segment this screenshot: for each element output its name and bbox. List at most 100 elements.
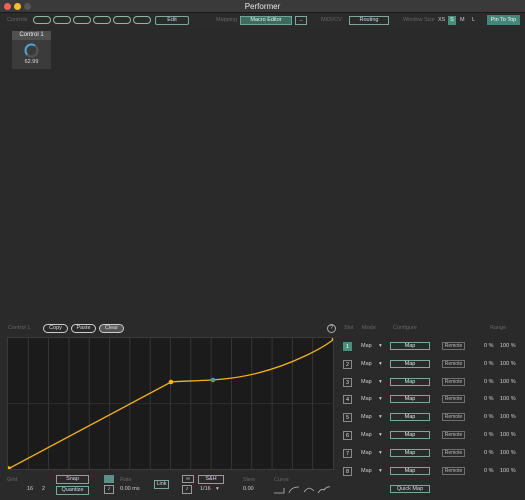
routing-button[interactable]: Routing xyxy=(349,16,389,25)
remote-button[interactable]: Remote xyxy=(442,413,465,421)
snap-button[interactable]: Snap xyxy=(56,475,89,484)
zoom-icon[interactable] xyxy=(33,16,51,24)
mode-dropdown-icon[interactable]: ▾ xyxy=(379,396,382,402)
control-widget[interactable]: Control 1 62.99 xyxy=(12,31,51,69)
range-min[interactable]: 0 % xyxy=(484,432,493,438)
map-button[interactable]: Map xyxy=(390,449,430,457)
range-max[interactable]: 100 % xyxy=(500,361,516,367)
s-curve-icon[interactable] xyxy=(303,487,315,493)
info-icon[interactable] xyxy=(73,16,91,24)
range-max[interactable]: 100 % xyxy=(500,379,516,385)
range-min[interactable]: 0 % xyxy=(484,379,493,385)
range-min[interactable]: 0 % xyxy=(484,450,493,456)
mode-select[interactable]: Map xyxy=(361,450,372,456)
mode-dropdown-icon[interactable]: ▾ xyxy=(379,468,382,474)
range-max[interactable]: 100 % xyxy=(500,432,516,438)
slot-number[interactable]: 1 xyxy=(343,342,352,351)
slot-number[interactable]: 3 xyxy=(343,378,352,387)
remote-button[interactable]: Remote xyxy=(442,467,465,475)
map-button[interactable]: Map xyxy=(390,431,430,439)
range-min[interactable]: 0 % xyxy=(484,361,493,367)
slot-number[interactable]: 2 xyxy=(343,360,352,369)
macro-editor-button[interactable]: Macro Editor xyxy=(240,16,292,25)
mode-select[interactable]: Map xyxy=(361,379,372,385)
range-max[interactable]: 100 % xyxy=(500,343,516,349)
map-button[interactable]: Map xyxy=(390,395,430,403)
pin-to-top-button[interactable]: Pin To Top xyxy=(487,15,520,25)
size-xs[interactable]: XS xyxy=(438,17,445,23)
size-l[interactable]: L xyxy=(472,17,475,23)
rate-value[interactable]: 0.00 ms xyxy=(120,486,140,492)
sh-note-icon[interactable]: ♪ xyxy=(182,485,192,494)
clear-button[interactable]: Clear xyxy=(99,324,124,333)
slot-number[interactable]: 5 xyxy=(343,413,352,422)
size-s[interactable]: S xyxy=(448,16,456,25)
size-m[interactable]: M xyxy=(460,17,465,23)
undo-icon[interactable] xyxy=(53,16,71,24)
range-max[interactable]: 100 % xyxy=(500,450,516,456)
slot-number[interactable]: 8 xyxy=(343,467,352,476)
edit-button[interactable]: Edit xyxy=(155,16,189,25)
range-min[interactable]: 0 % xyxy=(484,396,493,402)
mode-dropdown-icon[interactable]: ▾ xyxy=(379,361,382,367)
slew-value[interactable]: 0.00 xyxy=(243,486,254,492)
layout-icon[interactable] xyxy=(113,16,131,24)
curve-point-start[interactable] xyxy=(6,466,11,471)
mode-select[interactable]: Map xyxy=(361,432,372,438)
mode-dropdown-icon[interactable]: ▾ xyxy=(379,414,382,420)
sh-dropdown-icon[interactable]: ▾ xyxy=(216,486,219,492)
curve-point-break[interactable] xyxy=(168,379,174,385)
remote-button[interactable]: Remote xyxy=(442,360,465,368)
sh-value[interactable]: 1/16 xyxy=(200,486,211,492)
mode-select[interactable]: Map xyxy=(361,343,372,349)
mode-select[interactable]: Map xyxy=(361,468,372,474)
sh-icon[interactable]: H xyxy=(182,475,194,483)
knob-icon[interactable] xyxy=(23,42,40,59)
map-button[interactable]: Map xyxy=(390,413,430,421)
mode-select[interactable]: Map xyxy=(361,396,372,402)
help-icon[interactable]: ? xyxy=(327,324,336,333)
remote-button[interactable]: Remote xyxy=(442,378,465,386)
remote-button[interactable]: Remote xyxy=(442,449,465,457)
curve-graph[interactable] xyxy=(6,336,337,471)
note-icon[interactable]: ♪ xyxy=(104,485,114,494)
range-min[interactable]: 0 % xyxy=(484,468,493,474)
slot-number[interactable]: 6 xyxy=(343,431,352,440)
slot-number[interactable]: 4 xyxy=(343,395,352,404)
map-button[interactable]: Map xyxy=(390,360,430,368)
map-button[interactable]: Map xyxy=(390,467,430,475)
sh-button[interactable]: S&H xyxy=(198,475,224,484)
mode-dropdown-icon[interactable]: ▾ xyxy=(379,379,382,385)
link-button[interactable]: Link xyxy=(154,480,169,489)
mode-select[interactable]: Map xyxy=(361,361,372,367)
grid-x-value[interactable]: 16 xyxy=(27,486,33,492)
mode-select[interactable]: Map xyxy=(361,414,372,420)
range-min[interactable]: 0 % xyxy=(484,343,493,349)
mode-dropdown-icon[interactable]: ▾ xyxy=(379,343,382,349)
range-max[interactable]: 100 % xyxy=(500,468,516,474)
remote-button[interactable]: Remote xyxy=(442,431,465,439)
mode-dropdown-icon[interactable]: ▾ xyxy=(379,432,382,438)
curve-canvas[interactable] xyxy=(6,336,337,471)
curve-point-mid[interactable] xyxy=(210,377,216,383)
tag-icon[interactable] xyxy=(133,16,151,24)
log-curve-icon[interactable] xyxy=(288,486,300,494)
arrow-button[interactable]: → xyxy=(295,16,307,25)
map-button[interactable]: Map xyxy=(390,342,430,350)
range-max[interactable]: 100 % xyxy=(500,414,516,420)
exp-curve-icon[interactable] xyxy=(317,486,331,494)
step-curve-icon[interactable] xyxy=(274,488,285,494)
quantize-button[interactable]: Quantize xyxy=(56,486,89,495)
copy-button[interactable]: Copy xyxy=(43,324,68,333)
rate-toggle-icon[interactable] xyxy=(104,475,114,483)
mode-dropdown-icon[interactable]: ▾ xyxy=(379,450,382,456)
curve-shape-selector[interactable] xyxy=(272,485,334,495)
chevron-down-icon[interactable] xyxy=(93,16,111,24)
range-max[interactable]: 100 % xyxy=(500,396,516,402)
remote-button[interactable]: Remote xyxy=(442,395,465,403)
slot-number[interactable]: 7 xyxy=(343,449,352,458)
quick-map-button[interactable]: Quick Map xyxy=(390,485,430,493)
grid-y-value[interactable]: 2 xyxy=(42,486,45,492)
paste-button[interactable]: Paste xyxy=(71,324,96,333)
remote-button[interactable]: Remote xyxy=(442,342,465,350)
